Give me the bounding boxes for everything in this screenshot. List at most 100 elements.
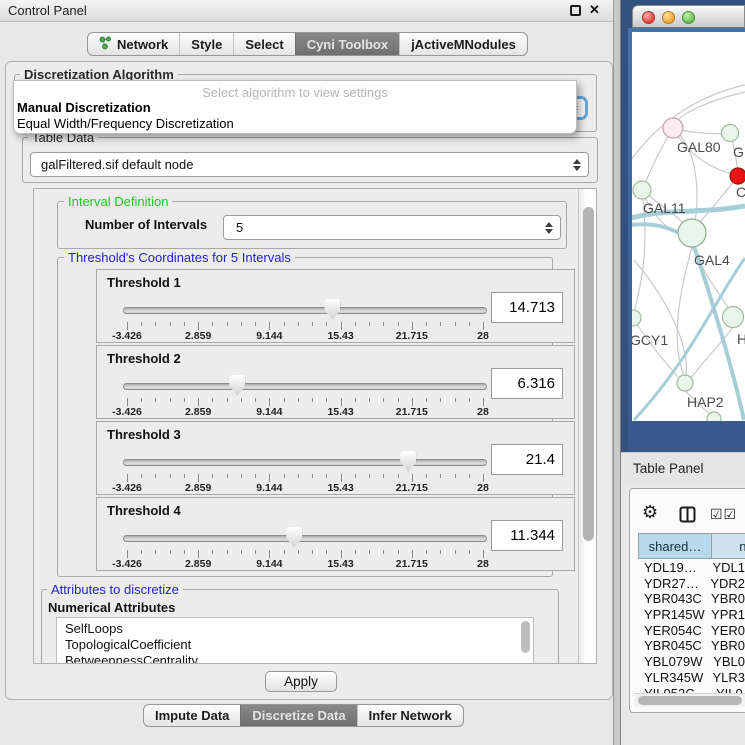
cell-shared-name: YDL19… xyxy=(638,560,707,576)
tab-jactivemnodules[interactable]: jActiveMNodules xyxy=(399,33,527,55)
slider-tick xyxy=(170,550,171,554)
tab-select[interactable]: Select xyxy=(233,33,294,55)
select-columns-icon[interactable]: ☑☑ xyxy=(710,506,737,523)
slider-track[interactable] xyxy=(123,459,487,466)
slider-tick xyxy=(241,322,242,326)
slider-tick xyxy=(412,474,413,482)
slider-track[interactable] xyxy=(123,535,487,542)
slider-tick-label: -3.426 xyxy=(97,330,157,342)
slider-tick xyxy=(426,474,427,478)
threshold-label: Threshold 3 xyxy=(107,427,181,442)
threshold-value-field[interactable]: 11.344 xyxy=(491,520,563,551)
attribute-list-item[interactable]: TopologicalCoefficient xyxy=(57,637,533,653)
table-row[interactable]: YIL052CYIL0 xyxy=(638,686,745,694)
cell-name: YBR0 xyxy=(706,638,745,654)
minimize-traffic-light-icon[interactable] xyxy=(662,11,675,24)
slider-tick xyxy=(455,474,456,478)
slider-tick xyxy=(284,474,285,478)
network-node[interactable] xyxy=(633,181,651,199)
table-row[interactable]: YPR145WYPR1 xyxy=(638,607,745,623)
algorithm-option[interactable]: Manual Discretization xyxy=(14,100,576,116)
tab-cyni-toolbox[interactable]: Cyni Toolbox xyxy=(295,33,399,55)
slider-tick xyxy=(241,550,242,554)
slider-thumb[interactable] xyxy=(229,375,245,396)
node-label: H xyxy=(737,331,745,347)
vertical-scrollbar-track[interactable] xyxy=(578,189,597,663)
threshold-value-field[interactable]: 14.713 xyxy=(491,292,563,323)
tab-impute-data[interactable]: Impute Data xyxy=(144,705,240,726)
network-view-canvas[interactable]: GAL80GCGAL11GAL4GCY1HHAP2 xyxy=(632,32,745,421)
tab-infer-network[interactable]: Infer Network xyxy=(357,705,463,726)
network-window-titlebar[interactable] xyxy=(632,5,745,28)
attribute-list-item[interactable]: SelfLoops xyxy=(57,621,533,637)
slider-tick xyxy=(255,474,256,478)
slider-tick xyxy=(269,398,270,406)
slider-tick xyxy=(184,550,185,554)
slider-tick-label: 21.715 xyxy=(382,482,442,494)
slider-tick xyxy=(483,322,484,330)
column-header-name[interactable]: na xyxy=(711,533,745,559)
attribute-list-item[interactable]: BetweennessCentrality xyxy=(57,653,533,664)
vertical-scrollbar-thumb[interactable] xyxy=(583,207,594,541)
zoom-traffic-light-icon[interactable] xyxy=(682,11,695,24)
slider-tick xyxy=(355,550,356,554)
slider-track[interactable] xyxy=(123,383,487,390)
float-window-icon[interactable] xyxy=(570,5,581,16)
slider-thumb[interactable] xyxy=(324,299,340,320)
threshold-value-field[interactable]: 6.316 xyxy=(491,368,563,399)
column-header-shared-name[interactable]: shared… xyxy=(638,533,712,559)
network-node[interactable] xyxy=(632,310,641,326)
slider-tick xyxy=(312,398,313,402)
cell-shared-name: YER054C xyxy=(638,623,706,639)
network-node[interactable] xyxy=(730,168,745,184)
slider-tick xyxy=(398,474,399,478)
node-label: GCY1 xyxy=(632,332,668,348)
slider-tick xyxy=(284,322,285,326)
slider-tick xyxy=(326,398,327,402)
slider-tick xyxy=(341,550,342,558)
close-icon[interactable]: ✕ xyxy=(589,2,600,18)
slider-tick-label: 21.715 xyxy=(382,406,442,418)
slider-track[interactable] xyxy=(123,307,487,314)
slider-tick xyxy=(155,550,156,554)
tab-network[interactable]: Network xyxy=(88,33,179,55)
slider-thumb[interactable] xyxy=(400,451,416,472)
tab-style[interactable]: Style xyxy=(179,33,233,55)
panel-splitter[interactable] xyxy=(613,0,621,745)
threshold-value-field[interactable]: 21.4 xyxy=(491,444,563,475)
table-row[interactable]: YBR045CYBR0 xyxy=(638,638,745,654)
table-row[interactable]: YER054CYER0 xyxy=(638,623,745,639)
table-row[interactable]: YLR345WYLR3 xyxy=(638,670,745,686)
slider-tick xyxy=(469,322,470,326)
close-traffic-light-icon[interactable] xyxy=(642,11,655,24)
split-view-icon[interactable] xyxy=(679,506,696,528)
table-row[interactable]: YDR27…YDR2 xyxy=(638,576,745,592)
slider-thumb[interactable] xyxy=(286,527,302,548)
numerical-attributes-list[interactable]: SelfLoopsTopologicalCoefficientBetweenne… xyxy=(56,617,534,664)
table-row[interactable]: YBR043CYBR0 xyxy=(638,591,745,607)
table-data-combobox[interactable]: galFiltered.sif default node xyxy=(30,152,589,177)
cell-name: YLR3 xyxy=(707,670,745,686)
network-node[interactable] xyxy=(722,125,739,142)
apply-button[interactable]: Apply xyxy=(265,671,337,692)
table-row[interactable]: YBL079WYBL0 xyxy=(638,654,745,670)
gear-icon[interactable]: ⚙ xyxy=(642,502,658,523)
tab-label: Cyni Toolbox xyxy=(307,37,388,52)
horizontal-scrollbar-thumb[interactable] xyxy=(638,696,742,705)
network-node[interactable] xyxy=(707,412,721,421)
slider-tick xyxy=(227,474,228,478)
numerical-attributes-label: Numerical Attributes xyxy=(48,600,175,615)
slider-tick xyxy=(440,550,441,554)
algorithm-option[interactable]: Equal Width/Frequency Discretization xyxy=(14,116,576,132)
network-node[interactable] xyxy=(723,307,744,328)
network-node[interactable] xyxy=(677,375,693,391)
network-node[interactable] xyxy=(663,118,683,138)
network-node[interactable] xyxy=(678,219,706,247)
number-of-intervals-combobox[interactable]: 5 xyxy=(223,215,561,240)
slider-tick xyxy=(326,550,327,554)
tab-discretize-data[interactable]: Discretize Data xyxy=(240,705,356,726)
cell-name: YPR1 xyxy=(706,607,745,623)
slider-tick-label: 2.859 xyxy=(168,406,228,418)
table-row[interactable]: YDL19…YDL1 xyxy=(638,560,745,576)
list-scrollbar-thumb[interactable] xyxy=(521,621,530,653)
